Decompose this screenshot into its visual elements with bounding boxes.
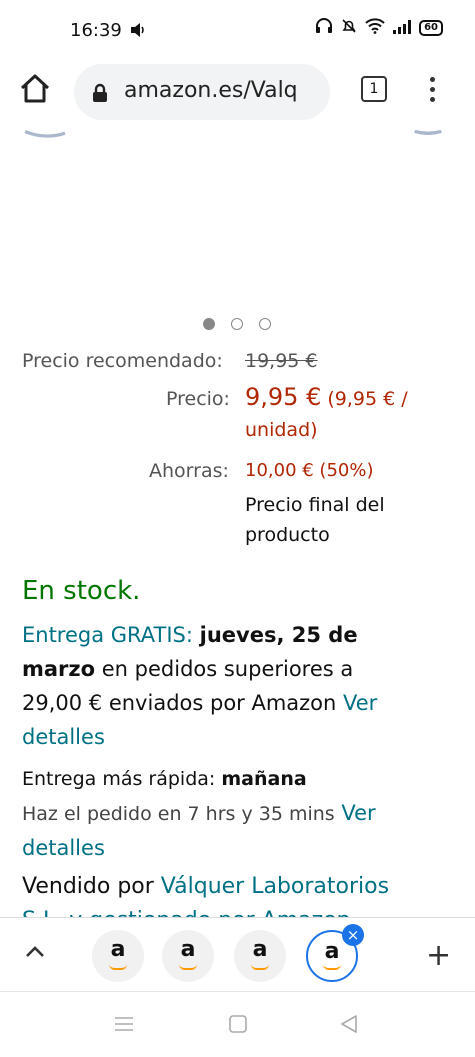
savings-label: Ahorras:	[149, 460, 229, 482]
url-text: amazon.es/Valq	[124, 78, 298, 103]
tab-amazon-1[interactable]: a	[92, 930, 144, 982]
amazon-icon: a	[110, 937, 126, 962]
amazon-icon: a	[180, 937, 196, 962]
tab-strip: a a a a × +	[0, 917, 475, 992]
price-label: Precio:	[166, 388, 230, 410]
savings-value: 10,00 € (50%)	[245, 460, 374, 481]
tab-switcher-button[interactable]: 1	[361, 76, 387, 102]
final-price-note: Precio final del	[245, 494, 385, 516]
seller-link[interactable]: Válquer Laboratorios	[161, 874, 389, 899]
tab-amazon-active[interactable]: a ×	[306, 924, 364, 982]
tab-amazon-3[interactable]: a	[234, 930, 286, 982]
status-bar: 16:39 60	[0, 0, 475, 58]
free-delivery-label: Entrega GRATIS:	[22, 623, 193, 647]
unit-price: (9,95 € /	[327, 388, 408, 410]
carousel-dot[interactable]	[203, 318, 215, 330]
fast-delivery: Entrega más rápida: mañana	[22, 762, 452, 796]
close-tab-button[interactable]: ×	[342, 924, 364, 946]
wifi-icon	[365, 18, 385, 38]
fast-delivery-day: mañana	[221, 768, 307, 790]
headphones-icon	[315, 18, 333, 38]
status-time: 16:39	[70, 20, 122, 41]
home-nav-icon[interactable]	[228, 1014, 248, 1038]
amazon-icon: a	[252, 937, 268, 962]
address-bar[interactable]: amazon.es/Valq	[74, 64, 330, 120]
tab-amazon-2[interactable]: a	[162, 930, 214, 982]
carousel-dot[interactable]	[231, 318, 243, 330]
notifications-off-icon	[341, 18, 357, 38]
list-price-value: 19,95 €	[245, 350, 318, 372]
stock-status: En stock.	[22, 576, 141, 606]
new-tab-button[interactable]: +	[426, 938, 451, 973]
browser-toolbar: amazon.es/Valq 1	[0, 58, 475, 130]
page-content: Precio recomendado: 19,95 € Precio: 9,95…	[0, 130, 475, 917]
order-countdown-text: Haz el pedido en 7 hrs y 35 mins	[22, 803, 335, 825]
delivery-condition-2: 29,00 € enviados por Amazon	[22, 691, 337, 715]
system-navigation-bar	[0, 991, 475, 1057]
battery-indicator: 60	[419, 20, 443, 36]
delivery-condition: en pedidos superiores a	[101, 657, 354, 681]
see-details-link[interactable]: Ver	[343, 691, 377, 715]
recents-icon[interactable]	[114, 1016, 134, 1036]
product-image-carousel[interactable]	[0, 130, 475, 306]
carousel-dots	[203, 318, 271, 330]
delivery-date: jueves, 25 de	[199, 623, 358, 647]
lock-icon	[92, 83, 108, 107]
delivery-date-month: marzo	[22, 657, 96, 681]
fast-details-link[interactable]: Ver	[341, 801, 375, 825]
back-nav-icon[interactable]	[340, 1014, 358, 1038]
see-details-link-2[interactable]: detalles	[22, 725, 105, 749]
seller-label: Vendido por	[22, 874, 154, 899]
seller-info: Vendido por Válquer Laboratorios S.L. y …	[22, 870, 452, 917]
home-button[interactable]	[18, 72, 56, 110]
home-icon	[20, 74, 50, 103]
final-price-note-2: producto	[245, 524, 330, 546]
price-value: 9,95 €	[245, 383, 322, 411]
amazon-icon: a	[324, 939, 340, 964]
carousel-dot[interactable]	[259, 318, 271, 330]
delivery-info: Entrega GRATIS: jueves, 25 de marzo en p…	[22, 618, 452, 754]
fast-details-link-2[interactable]: detalles	[22, 836, 105, 860]
list-price-label: Precio recomendado:	[22, 350, 223, 372]
fast-delivery-label: Entrega más rápida:	[22, 768, 216, 790]
seller-cut-text: S.L. y gestionado por Amazon	[22, 908, 351, 917]
chevron-up-icon[interactable]	[24, 944, 46, 963]
signal-icon	[393, 19, 412, 38]
speaker-icon	[130, 22, 146, 41]
unit-price-suffix: unidad)	[245, 419, 318, 441]
order-countdown: Haz el pedido en 7 hrs y 35 mins Ver det…	[22, 796, 452, 865]
overflow-menu-button[interactable]	[425, 72, 439, 108]
